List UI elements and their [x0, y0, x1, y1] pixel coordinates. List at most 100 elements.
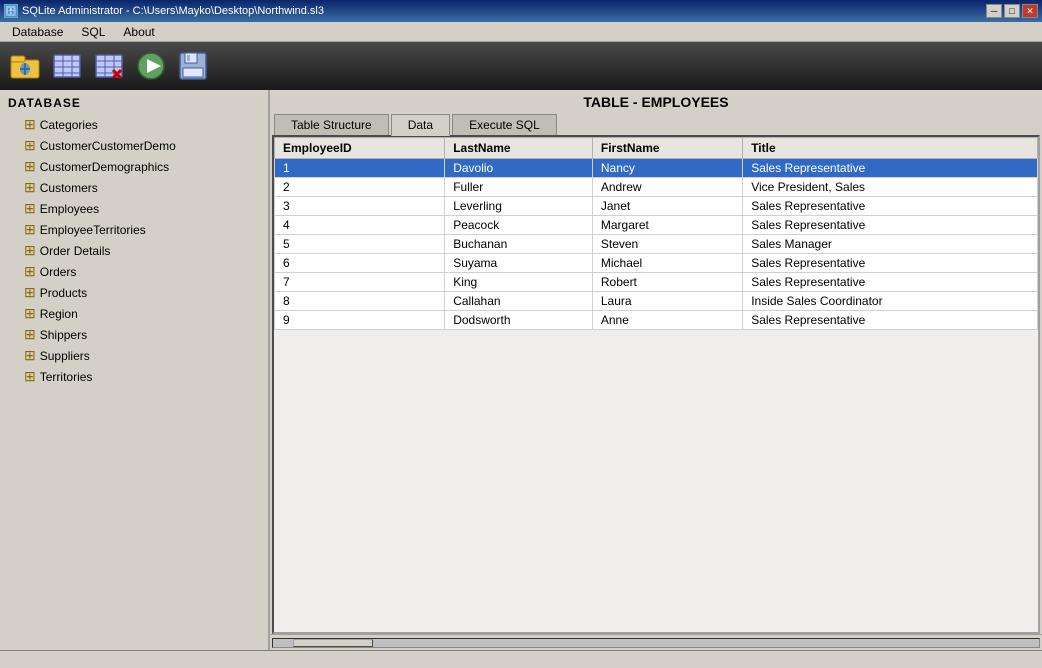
sidebar-item-orders[interactable]: ⊞ Orders: [0, 261, 268, 282]
table-header-row: EmployeeID LastName FirstName Title: [275, 138, 1038, 159]
table-row[interactable]: 8CallahanLauraInside Sales Coordinator: [275, 292, 1038, 311]
table-row[interactable]: 5BuchananStevenSales Manager: [275, 235, 1038, 254]
save-button[interactable]: [174, 47, 212, 85]
cell-id: 9: [275, 311, 445, 330]
sidebar-item-orderdetails[interactable]: ⊞ Order Details: [0, 240, 268, 261]
minimize-button[interactable]: ─: [986, 4, 1002, 18]
cell-firstname: Nancy: [592, 159, 742, 178]
table-row[interactable]: 4PeacockMargaretSales Representative: [275, 216, 1038, 235]
delete-icon: [93, 50, 125, 82]
tree-icon-employees: ⊞: [24, 200, 36, 217]
sidebar-label-products: Products: [40, 286, 87, 300]
cell-firstname: Janet: [592, 197, 742, 216]
table-row[interactable]: 1DavolioNancySales Representative: [275, 159, 1038, 178]
cell-title: Sales Representative: [743, 273, 1038, 292]
sidebar-item-customercustomerdemo[interactable]: ⊞ CustomerCustomerDemo: [0, 135, 268, 156]
scrollbar-thumb[interactable]: [293, 639, 373, 647]
tree-icon-orders: ⊞: [24, 263, 36, 280]
folder-db-icon: [9, 50, 41, 82]
table-row[interactable]: 3LeverlingJanetSales Representative: [275, 197, 1038, 216]
cell-firstname: Margaret: [592, 216, 742, 235]
sidebar-label-orders: Orders: [40, 265, 77, 279]
cell-id: 5: [275, 235, 445, 254]
sidebar-item-products[interactable]: ⊞ Products: [0, 282, 268, 303]
cell-lastname: Leverling: [445, 197, 593, 216]
cell-lastname: Suyama: [445, 254, 593, 273]
status-text: [4, 654, 7, 666]
cell-id: 7: [275, 273, 445, 292]
sidebar-header: DATABASE: [0, 94, 268, 114]
table-row[interactable]: 6SuyamaMichaelSales Representative: [275, 254, 1038, 273]
tabs-bar: Table Structure Data Execute SQL: [270, 114, 1042, 135]
sidebar-item-categories[interactable]: ⊞ Categories: [0, 114, 268, 135]
tree-icon-products: ⊞: [24, 284, 36, 301]
sidebar-label-od: Order Details: [40, 244, 111, 258]
col-employeeid: EmployeeID: [275, 138, 445, 159]
sidebar-item-territories[interactable]: ⊞ Territories: [0, 366, 268, 387]
open-db-button[interactable]: [6, 47, 44, 85]
window-title: SQLite Administrator - C:\Users\Mayko\De…: [22, 5, 324, 17]
sidebar-item-region[interactable]: ⊞ Region: [0, 303, 268, 324]
table-button[interactable]: [48, 47, 86, 85]
tree-icon-categories: ⊞: [24, 116, 36, 133]
sidebar-item-shippers[interactable]: ⊞ Shippers: [0, 324, 268, 345]
tree-icon-shippers: ⊞: [24, 326, 36, 343]
cell-id: 8: [275, 292, 445, 311]
cell-firstname: Anne: [592, 311, 742, 330]
cell-title: Sales Representative: [743, 159, 1038, 178]
sidebar-item-employeeterritories[interactable]: ⊞ EmployeeTerritories: [0, 219, 268, 240]
run-icon: [135, 50, 167, 82]
cell-title: Sales Representative: [743, 216, 1038, 235]
tree-icon-ccd: ⊞: [24, 137, 36, 154]
table-row[interactable]: 2FullerAndrewVice President, Sales: [275, 178, 1038, 197]
tree-icon-od: ⊞: [24, 242, 36, 259]
menu-about[interactable]: About: [115, 23, 162, 41]
cell-id: 3: [275, 197, 445, 216]
tab-execute-sql[interactable]: Execute SQL: [452, 114, 557, 135]
title-bar: 🗄 SQLite Administrator - C:\Users\Mayko\…: [0, 0, 1042, 22]
cell-title: Sales Representative: [743, 197, 1038, 216]
sidebar-item-employees[interactable]: ⊞ Employees: [0, 198, 268, 219]
cell-lastname: Dodsworth: [445, 311, 593, 330]
cell-id: 2: [275, 178, 445, 197]
col-title: Title: [743, 138, 1038, 159]
tree-icon-cdemo: ⊞: [24, 158, 36, 175]
sidebar-label-cdemo: CustomerDemographics: [40, 160, 169, 174]
run-button[interactable]: [132, 47, 170, 85]
menu-sql[interactable]: SQL: [73, 23, 113, 41]
data-table-container[interactable]: EmployeeID LastName FirstName Title 1Dav…: [272, 135, 1040, 634]
horizontal-scrollbar[interactable]: [270, 634, 1042, 650]
sidebar-label-territories: Territories: [40, 370, 93, 384]
close-button[interactable]: ✕: [1022, 4, 1038, 18]
cell-title: Sales Representative: [743, 311, 1038, 330]
sidebar-label-region: Region: [40, 307, 78, 321]
tab-data[interactable]: Data: [391, 114, 450, 136]
tree-icon-customers: ⊞: [24, 179, 36, 196]
sidebar-label-employees: Employees: [40, 202, 99, 216]
table-row[interactable]: 9DodsworthAnneSales Representative: [275, 311, 1038, 330]
cell-lastname: King: [445, 273, 593, 292]
sidebar-item-customers[interactable]: ⊞ Customers: [0, 177, 268, 198]
sidebar-label-customers: Customers: [40, 181, 98, 195]
table-row[interactable]: 7KingRobertSales Representative: [275, 273, 1038, 292]
col-lastname: LastName: [445, 138, 593, 159]
sidebar-item-suppliers[interactable]: ⊞ Suppliers: [0, 345, 268, 366]
delete-button[interactable]: [90, 47, 128, 85]
scrollbar-track[interactable]: [272, 638, 1040, 648]
cell-firstname: Robert: [592, 273, 742, 292]
sidebar-item-customerdemographics[interactable]: ⊞ CustomerDemographics: [0, 156, 268, 177]
cell-firstname: Andrew: [592, 178, 742, 197]
tab-table-structure[interactable]: Table Structure: [274, 114, 389, 135]
table-create-icon: [51, 50, 83, 82]
sidebar: DATABASE ⊞ Categories ⊞ CustomerCustomer…: [0, 90, 270, 650]
maximize-button[interactable]: □: [1004, 4, 1020, 18]
sidebar-label-shippers: Shippers: [40, 328, 87, 342]
cell-title: Sales Manager: [743, 235, 1038, 254]
cell-firstname: Steven: [592, 235, 742, 254]
sidebar-label-categories: Categories: [40, 118, 98, 132]
cell-title: Inside Sales Coordinator: [743, 292, 1038, 311]
toolbar: [0, 42, 1042, 90]
section-title: TABLE - EMPLOYEES: [270, 90, 1042, 114]
cell-title: Sales Representative: [743, 254, 1038, 273]
menu-database[interactable]: Database: [4, 23, 71, 41]
